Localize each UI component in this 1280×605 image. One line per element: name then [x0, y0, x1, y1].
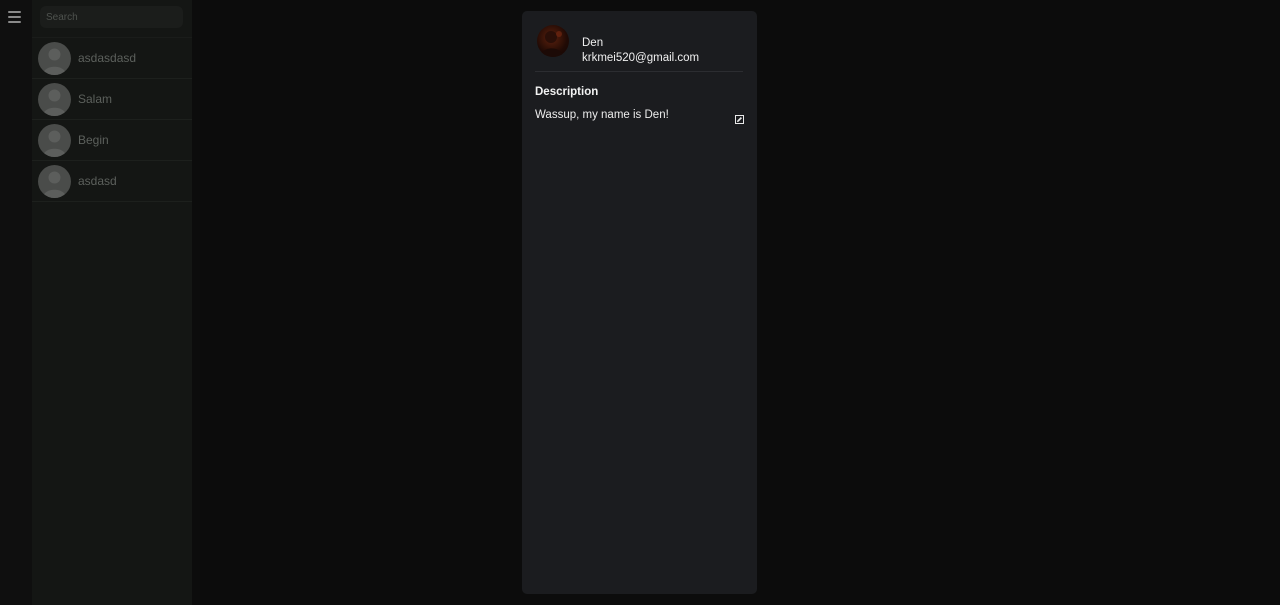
profile-panel: Den krkmei520@gmail.com Description Wass…	[522, 11, 757, 594]
user-placeholder-icon	[38, 165, 71, 198]
user-placeholder-icon	[38, 124, 71, 157]
edit-icon[interactable]	[735, 111, 744, 124]
hamburger-menu-icon[interactable]	[8, 11, 22, 23]
contact-name: Salam	[78, 92, 113, 106]
chat-sidebar: asdasdasd Salam Begin	[32, 0, 192, 605]
profile-email: krkmei520@gmail.com	[582, 52, 700, 64]
user-placeholder-icon	[38, 42, 71, 75]
search-input[interactable]	[40, 6, 183, 28]
search-box	[40, 6, 183, 28]
contact-name: Begin	[78, 133, 109, 147]
contact-item[interactable]: Salam	[32, 79, 192, 120]
user-placeholder-icon	[38, 83, 71, 116]
app-window: asdasdasd Salam Begin	[0, 0, 1280, 605]
divider	[535, 71, 743, 72]
contact-item[interactable]: asdasd	[32, 161, 192, 202]
profile-avatar[interactable]	[537, 25, 569, 57]
profile-header: Den krkmei520@gmail.com	[535, 23, 743, 71]
side-rail	[0, 0, 32, 605]
profile-name: Den	[582, 37, 604, 49]
contact-name: asdasdasd	[78, 51, 137, 65]
contact-item[interactable]: asdasdasd	[32, 37, 192, 79]
contact-name: asdasd	[78, 174, 117, 188]
description-heading: Description	[535, 86, 599, 98]
description-text: Wassup, my name is Den!	[535, 109, 669, 121]
contact-item[interactable]: Begin	[32, 120, 192, 161]
contact-list: asdasdasd Salam Begin asdasd	[32, 37, 192, 202]
